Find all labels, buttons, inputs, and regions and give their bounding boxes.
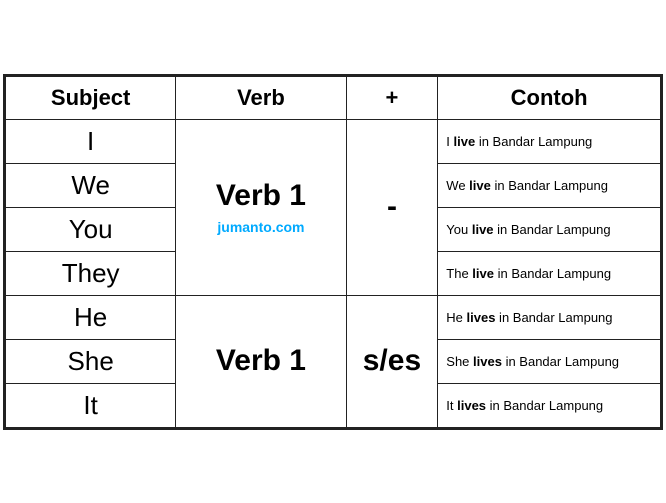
subject-cell: They	[6, 251, 176, 295]
header-contoh: Contoh	[438, 76, 661, 119]
contoh-cell: He lives in Bandar Lampung	[438, 295, 661, 339]
subject-cell: We	[6, 163, 176, 207]
verb-cell: Verb 1	[176, 295, 346, 427]
subject-cell: She	[6, 339, 176, 383]
grammar-table: Subject Verb + Contoh IVerb 1jumanto.com…	[3, 74, 663, 430]
contoh-cell: I live in Bandar Lampung	[438, 119, 661, 163]
plus-cell: -	[346, 119, 438, 295]
contoh-cell: We live in Bandar Lampung	[438, 163, 661, 207]
subject-cell: I	[6, 119, 176, 163]
plus-cell: s/es	[346, 295, 438, 427]
contoh-cell: The live in Bandar Lampung	[438, 251, 661, 295]
subject-cell: You	[6, 207, 176, 251]
header-plus: +	[346, 76, 438, 119]
contoh-cell: You live in Bandar Lampung	[438, 207, 661, 251]
contoh-cell: She lives in Bandar Lampung	[438, 339, 661, 383]
header-verb: Verb	[176, 76, 346, 119]
subject-cell: It	[6, 383, 176, 427]
verb-cell: Verb 1jumanto.com	[176, 119, 346, 295]
watermark-label: jumanto.com	[180, 219, 341, 235]
contoh-cell: It lives in Bandar Lampung	[438, 383, 661, 427]
header-subject: Subject	[6, 76, 176, 119]
subject-cell: He	[6, 295, 176, 339]
